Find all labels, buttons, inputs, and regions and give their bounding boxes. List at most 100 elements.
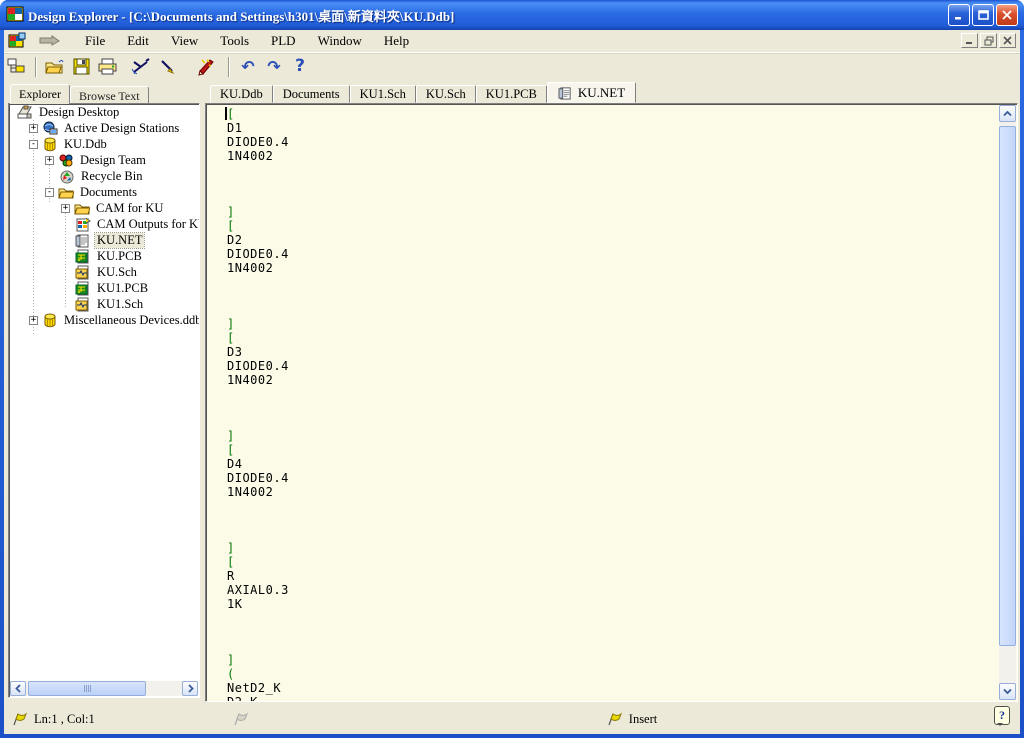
maximize-button[interactable] — [972, 4, 994, 26]
menu-tools[interactable]: Tools — [209, 31, 260, 51]
document-system-icon[interactable] — [8, 32, 26, 50]
scroll-left-button[interactable] — [10, 681, 26, 696]
desktop-icon — [17, 105, 33, 120]
undo-button[interactable]: ↶ — [235, 55, 261, 79]
tree-horizontal-scrollbar[interactable] — [10, 681, 198, 696]
expand-toggle[interactable]: + — [29, 124, 38, 133]
tree-item-ku-ddb[interactable]: - KU.Ddb — [9, 136, 199, 152]
tree-item-cam-outputs-for-ku[interactable]: CAM Outputs for KU — [9, 216, 199, 232]
minimize-button[interactable] — [948, 4, 970, 26]
open-folder-icon — [45, 59, 65, 75]
tree-label: KU.Ddb — [62, 137, 109, 152]
chevron-left-icon — [15, 684, 22, 693]
code-line: ] — [227, 317, 997, 331]
save-button[interactable] — [68, 55, 94, 79]
code-line: [ — [227, 443, 997, 457]
mdi-restore-button[interactable] — [980, 33, 997, 48]
text-editor[interactable]: [ D1 DIODE0.4 1N4002 ] [ D2 DIODE0.4 1N4… — [205, 103, 1018, 702]
tree-item-misc-devices-ddb[interactable]: + Miscellaneous Devices.ddb — [9, 312, 199, 328]
cut-button[interactable] — [128, 55, 154, 79]
database-icon — [42, 137, 58, 152]
tab-browse-text[interactable]: Browse Text — [70, 86, 149, 103]
tree-item-ku-sch[interactable]: KU.Sch — [9, 264, 199, 280]
down-arrow-button[interactable] — [34, 32, 64, 50]
document-tab-bar: KU.Ddb Documents KU1.Sch KU.Sch KU1.PCB … — [210, 82, 636, 103]
scroll-right-button[interactable] — [182, 681, 198, 696]
scrollbar-track[interactable] — [146, 681, 182, 696]
code-line — [227, 499, 997, 513]
code-line — [227, 387, 997, 401]
help-button[interactable]: ? — [287, 55, 313, 79]
scrollbar-thumb[interactable] — [28, 681, 146, 696]
tree-item-ku-net[interactable]: KU.NET — [9, 232, 199, 248]
tree-label: KU.PCB — [95, 249, 144, 264]
expand-toggle[interactable]: + — [61, 204, 70, 213]
tab-explorer[interactable]: Explorer — [10, 84, 70, 104]
wand-button[interactable] — [192, 55, 218, 79]
collapse-toggle[interactable]: - — [29, 140, 38, 149]
code-line: ] — [227, 653, 997, 667]
app-window: Design Explorer - [C:\Documents and Sett… — [0, 0, 1024, 738]
mdi-close-button[interactable] — [999, 33, 1016, 48]
code-line — [227, 527, 997, 541]
doc-tab-label: KU1.PCB — [486, 87, 537, 102]
doc-tab-ku-net[interactable]: KU.NET — [547, 82, 636, 103]
panels-icon — [7, 58, 27, 76]
tree-item-recycle-bin[interactable]: Recycle Bin — [9, 168, 199, 184]
menu-file[interactable]: File — [74, 31, 116, 51]
print-button[interactable] — [94, 55, 120, 79]
tree-item-design-team[interactable]: + Design Team — [9, 152, 199, 168]
menu-help[interactable]: Help — [373, 31, 420, 51]
context-help-button[interactable]: ? — [994, 706, 1010, 725]
code-line: [ — [227, 331, 997, 345]
app-logo-icon[interactable] — [6, 6, 24, 24]
code-line: ] — [227, 205, 997, 219]
scroll-down-button[interactable] — [999, 683, 1016, 700]
pcb-document-icon — [75, 281, 91, 296]
mdi-minimize-button[interactable] — [961, 33, 978, 48]
code-line: 1N4002 — [227, 261, 997, 275]
explorer-tab-bar: Explorer Browse Text — [10, 84, 149, 103]
doc-tab-ku-ddb[interactable]: KU.Ddb — [210, 85, 273, 103]
scroll-up-button[interactable] — [999, 105, 1016, 122]
chevron-up-icon — [1003, 110, 1012, 117]
doc-tab-ku1-pcb[interactable]: KU1.PCB — [476, 85, 547, 103]
menu-bar: File Edit View Tools PLD Window Help — [4, 30, 1020, 53]
code-line: D2-K — [227, 695, 997, 702]
menu-window[interactable]: Window — [307, 31, 373, 51]
brush-tool-icon — [158, 58, 176, 76]
doc-tab-ku-sch[interactable]: KU.Sch — [416, 85, 476, 103]
doc-tab-ku1-sch[interactable]: KU1.Sch — [350, 85, 416, 103]
netlist-content: [ D1 DIODE0.4 1N4002 ] [ D2 DIODE0.4 1N4… — [227, 107, 997, 701]
tree-item-ku-pcb[interactable]: KU.PCB — [9, 248, 199, 264]
expand-toggle[interactable]: + — [29, 316, 38, 325]
window-title: Design Explorer - [C:\Documents and Sett… — [28, 6, 454, 25]
explorer-tree[interactable]: Design Desktop + Active Design Stations … — [8, 103, 200, 698]
close-button[interactable] — [996, 4, 1018, 26]
editor-vertical-scrollbar[interactable] — [999, 105, 1016, 700]
collapse-toggle[interactable]: - — [45, 188, 54, 197]
toggle-panels-button[interactable] — [4, 55, 30, 79]
code-line: 1N4002 — [227, 485, 997, 499]
menu-pld[interactable]: PLD — [260, 31, 307, 51]
open-document-button[interactable] — [42, 55, 68, 79]
doc-tab-label: KU.Sch — [426, 87, 466, 102]
brush-tool-button[interactable] — [154, 55, 180, 79]
expand-toggle[interactable]: + — [45, 156, 54, 165]
title-bar[interactable]: Design Explorer - [C:\Documents and Sett… — [0, 0, 1024, 30]
tree-item-design-desktop[interactable]: Design Desktop — [9, 104, 199, 120]
menu-edit[interactable]: Edit — [116, 31, 160, 51]
tree-item-active-design-stations[interactable]: + Active Design Stations — [9, 120, 199, 136]
doc-tab-documents[interactable]: Documents — [273, 85, 350, 103]
code-line: [ — [227, 107, 997, 121]
menu-view[interactable]: View — [160, 31, 209, 51]
tree-item-documents[interactable]: - Documents — [9, 184, 199, 200]
tree-item-ku1-pcb[interactable]: KU1.PCB — [9, 280, 199, 296]
status-flag-gray-icon — [233, 712, 249, 726]
tree-item-ku1-sch[interactable]: KU1.Sch — [9, 296, 199, 312]
code-line: ] — [227, 429, 997, 443]
tree-item-cam-for-ku[interactable]: + CAM for KU — [9, 200, 199, 216]
scrollbar-thumb[interactable] — [999, 126, 1016, 646]
redo-button[interactable]: ↷ — [261, 55, 287, 79]
cursor-position: Ln:1 , Col:1 — [34, 712, 95, 727]
